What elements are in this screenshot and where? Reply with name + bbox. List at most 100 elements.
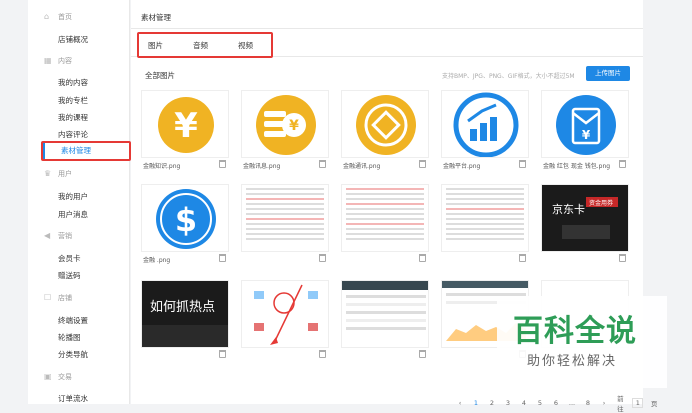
sidebar-item-carousel[interactable]: 轮播图 (58, 332, 81, 343)
sidebar-item-my-users[interactable]: 我的用户 (58, 191, 88, 202)
page-5[interactable]: 5 (535, 399, 545, 407)
crown-icon: ♛ (44, 169, 52, 178)
hot-banner-icon: 如何抓热点 (141, 280, 229, 348)
trash-icon[interactable] (619, 254, 626, 262)
page-2[interactable]: 2 (487, 399, 497, 407)
image-card[interactable]: ¥ 金融讯息.png (241, 90, 329, 172)
page-title: 素材管理 (141, 13, 171, 22)
sidebar-item-comments[interactable]: 内容评论 (58, 129, 88, 140)
sidebar-item-user-messages[interactable]: 用户消息 (58, 209, 88, 220)
page-ellipsis[interactable]: ... (567, 399, 577, 407)
sidebar-item-gift-code[interactable]: 赠送码 (58, 270, 81, 281)
watermark: 百科全说 助你轻松解决 (497, 296, 667, 388)
sidebar-group-store[interactable]: ☐ 店铺 (44, 293, 72, 303)
image-card[interactable] (241, 280, 329, 362)
trash-icon[interactable] (319, 160, 326, 168)
upload-image-button[interactable]: 上传图片 (586, 66, 630, 81)
home-icon: ⌂ (44, 12, 50, 21)
trash-icon[interactable] (219, 350, 226, 358)
image-card[interactable] (241, 184, 329, 266)
sidebar-item-member-card[interactable]: 会员卡 (58, 253, 81, 264)
diamond-coin-icon (341, 90, 429, 158)
image-card[interactable]: ¥ 金融 红包 现金 钱包.png (541, 90, 629, 172)
trash-icon[interactable] (419, 160, 426, 168)
sidebar-group-label: 营销 (58, 232, 72, 240)
image-card[interactable] (341, 184, 429, 266)
image-card[interactable]: ¥ 金融知识.png (141, 90, 229, 172)
page-4[interactable]: 4 (519, 399, 529, 407)
prev-page-icon[interactable]: ‹ (455, 399, 465, 407)
trash-icon[interactable] (419, 254, 426, 262)
image-name: 金融 红包 现金 钱包.png (543, 163, 611, 170)
sidebar-group-label: 内容 (58, 57, 72, 65)
sidebar-group-marketing[interactable]: ◀ 营销 (44, 231, 72, 241)
sidebar-group-label: 用户 (58, 170, 72, 178)
sidebar-group-home[interactable]: ⌂ 首页 (44, 12, 72, 22)
page-8[interactable]: 8 (583, 399, 593, 407)
trash-icon[interactable] (219, 160, 226, 168)
sidebar: ⌂ 首页 店铺概况 ▦ 内容 我的内容 我的专栏 我的课程 内容评论 素材管理 … (28, 0, 130, 404)
image-card[interactable]: 京东卡 资金用券 (541, 184, 629, 266)
app-screenshot-icon (241, 280, 329, 348)
svg-text:¥: ¥ (174, 106, 198, 146)
next-page-icon[interactable]: › (599, 399, 609, 407)
trash-icon[interactable] (319, 350, 326, 358)
sidebar-group-label: 交易 (58, 373, 72, 381)
article-screenshot-icon (441, 184, 529, 252)
image-card[interactable]: $ 金融 .png (141, 184, 229, 266)
image-card[interactable]: 金融通讯.png (341, 90, 429, 172)
image-card[interactable]: 金融平台.png (441, 90, 529, 172)
trash-icon[interactable] (519, 160, 526, 168)
image-name: 金融讯息.png (243, 163, 281, 170)
store-icon: ☐ (44, 293, 52, 302)
page-3[interactable]: 3 (503, 399, 513, 407)
sidebar-item-order-flow[interactable]: 订单流水 (58, 393, 88, 404)
image-card[interactable] (341, 280, 429, 362)
image-card[interactable]: 如何抓热点 (141, 280, 229, 362)
image-name: 金融通讯.png (343, 163, 381, 170)
sidebar-item-my-content[interactable]: 我的内容 (58, 77, 88, 88)
divider (131, 28, 643, 29)
sidebar-item-my-course[interactable]: 我的课程 (58, 112, 88, 123)
sidebar-item-category-nav[interactable]: 分类导航 (58, 349, 88, 360)
sidebar-group-label: 店铺 (58, 294, 72, 302)
sidebar-group-users[interactable]: ♛ 用户 (44, 169, 72, 179)
trash-icon[interactable] (519, 254, 526, 262)
goto-label: 前往 (617, 395, 624, 413)
page-6[interactable]: 6 (551, 399, 561, 407)
highlight-box-tabs (137, 32, 273, 58)
hot-banner-text: 如何抓热点 (150, 299, 215, 315)
image-name: 金融知识.png (143, 163, 181, 170)
trash-icon[interactable] (619, 160, 626, 168)
upload-hint: 支持BMP、JPG、PNG、GIF格式，大小不超过5M (442, 73, 575, 80)
ledger-icon: ▣ (44, 372, 52, 381)
jd-banner-subtext: 资金用券 (589, 199, 613, 207)
sidebar-item-overview[interactable]: 店铺概况 (58, 34, 88, 45)
dollar-coin-icon: $ (141, 184, 229, 252)
sidebar-group-label: 首页 (58, 13, 72, 21)
trash-icon[interactable] (219, 254, 226, 262)
image-card[interactable] (441, 184, 529, 266)
sidebar-item-my-column[interactable]: 我的专栏 (58, 95, 88, 106)
megaphone-icon: ◀ (44, 231, 51, 240)
pagination: ‹ 1 2 3 4 5 6 ... 8 › 前往 1 页 (455, 393, 659, 413)
sidebar-group-trade[interactable]: ▣ 交易 (44, 372, 72, 382)
svg-text:$: $ (175, 201, 197, 239)
yen-coin-icon: ¥ (141, 90, 229, 158)
sidebar-group-content[interactable]: ▦ 内容 (44, 56, 72, 66)
finance-chart-icon (441, 90, 529, 158)
watermark-title: 百科全说 (513, 314, 637, 349)
red-envelope-icon: ¥ (541, 90, 629, 158)
yen-coins-icon: ¥ (241, 90, 329, 158)
page-unit-label: 页 (650, 400, 658, 408)
trash-icon[interactable] (319, 254, 326, 262)
image-name: 金融 .png (143, 257, 171, 264)
image-name: 金融平台.png (443, 163, 481, 170)
sidebar-item-terminal-settings[interactable]: 终端设置 (58, 315, 88, 326)
goto-page-input[interactable]: 1 (631, 398, 644, 408)
section-title: 全部图片 (145, 71, 175, 80)
table-screenshot-icon (341, 280, 429, 348)
page-1[interactable]: 1 (471, 399, 481, 407)
trash-icon[interactable] (419, 350, 426, 358)
jd-banner-icon: 京东卡 资金用券 (541, 184, 629, 252)
